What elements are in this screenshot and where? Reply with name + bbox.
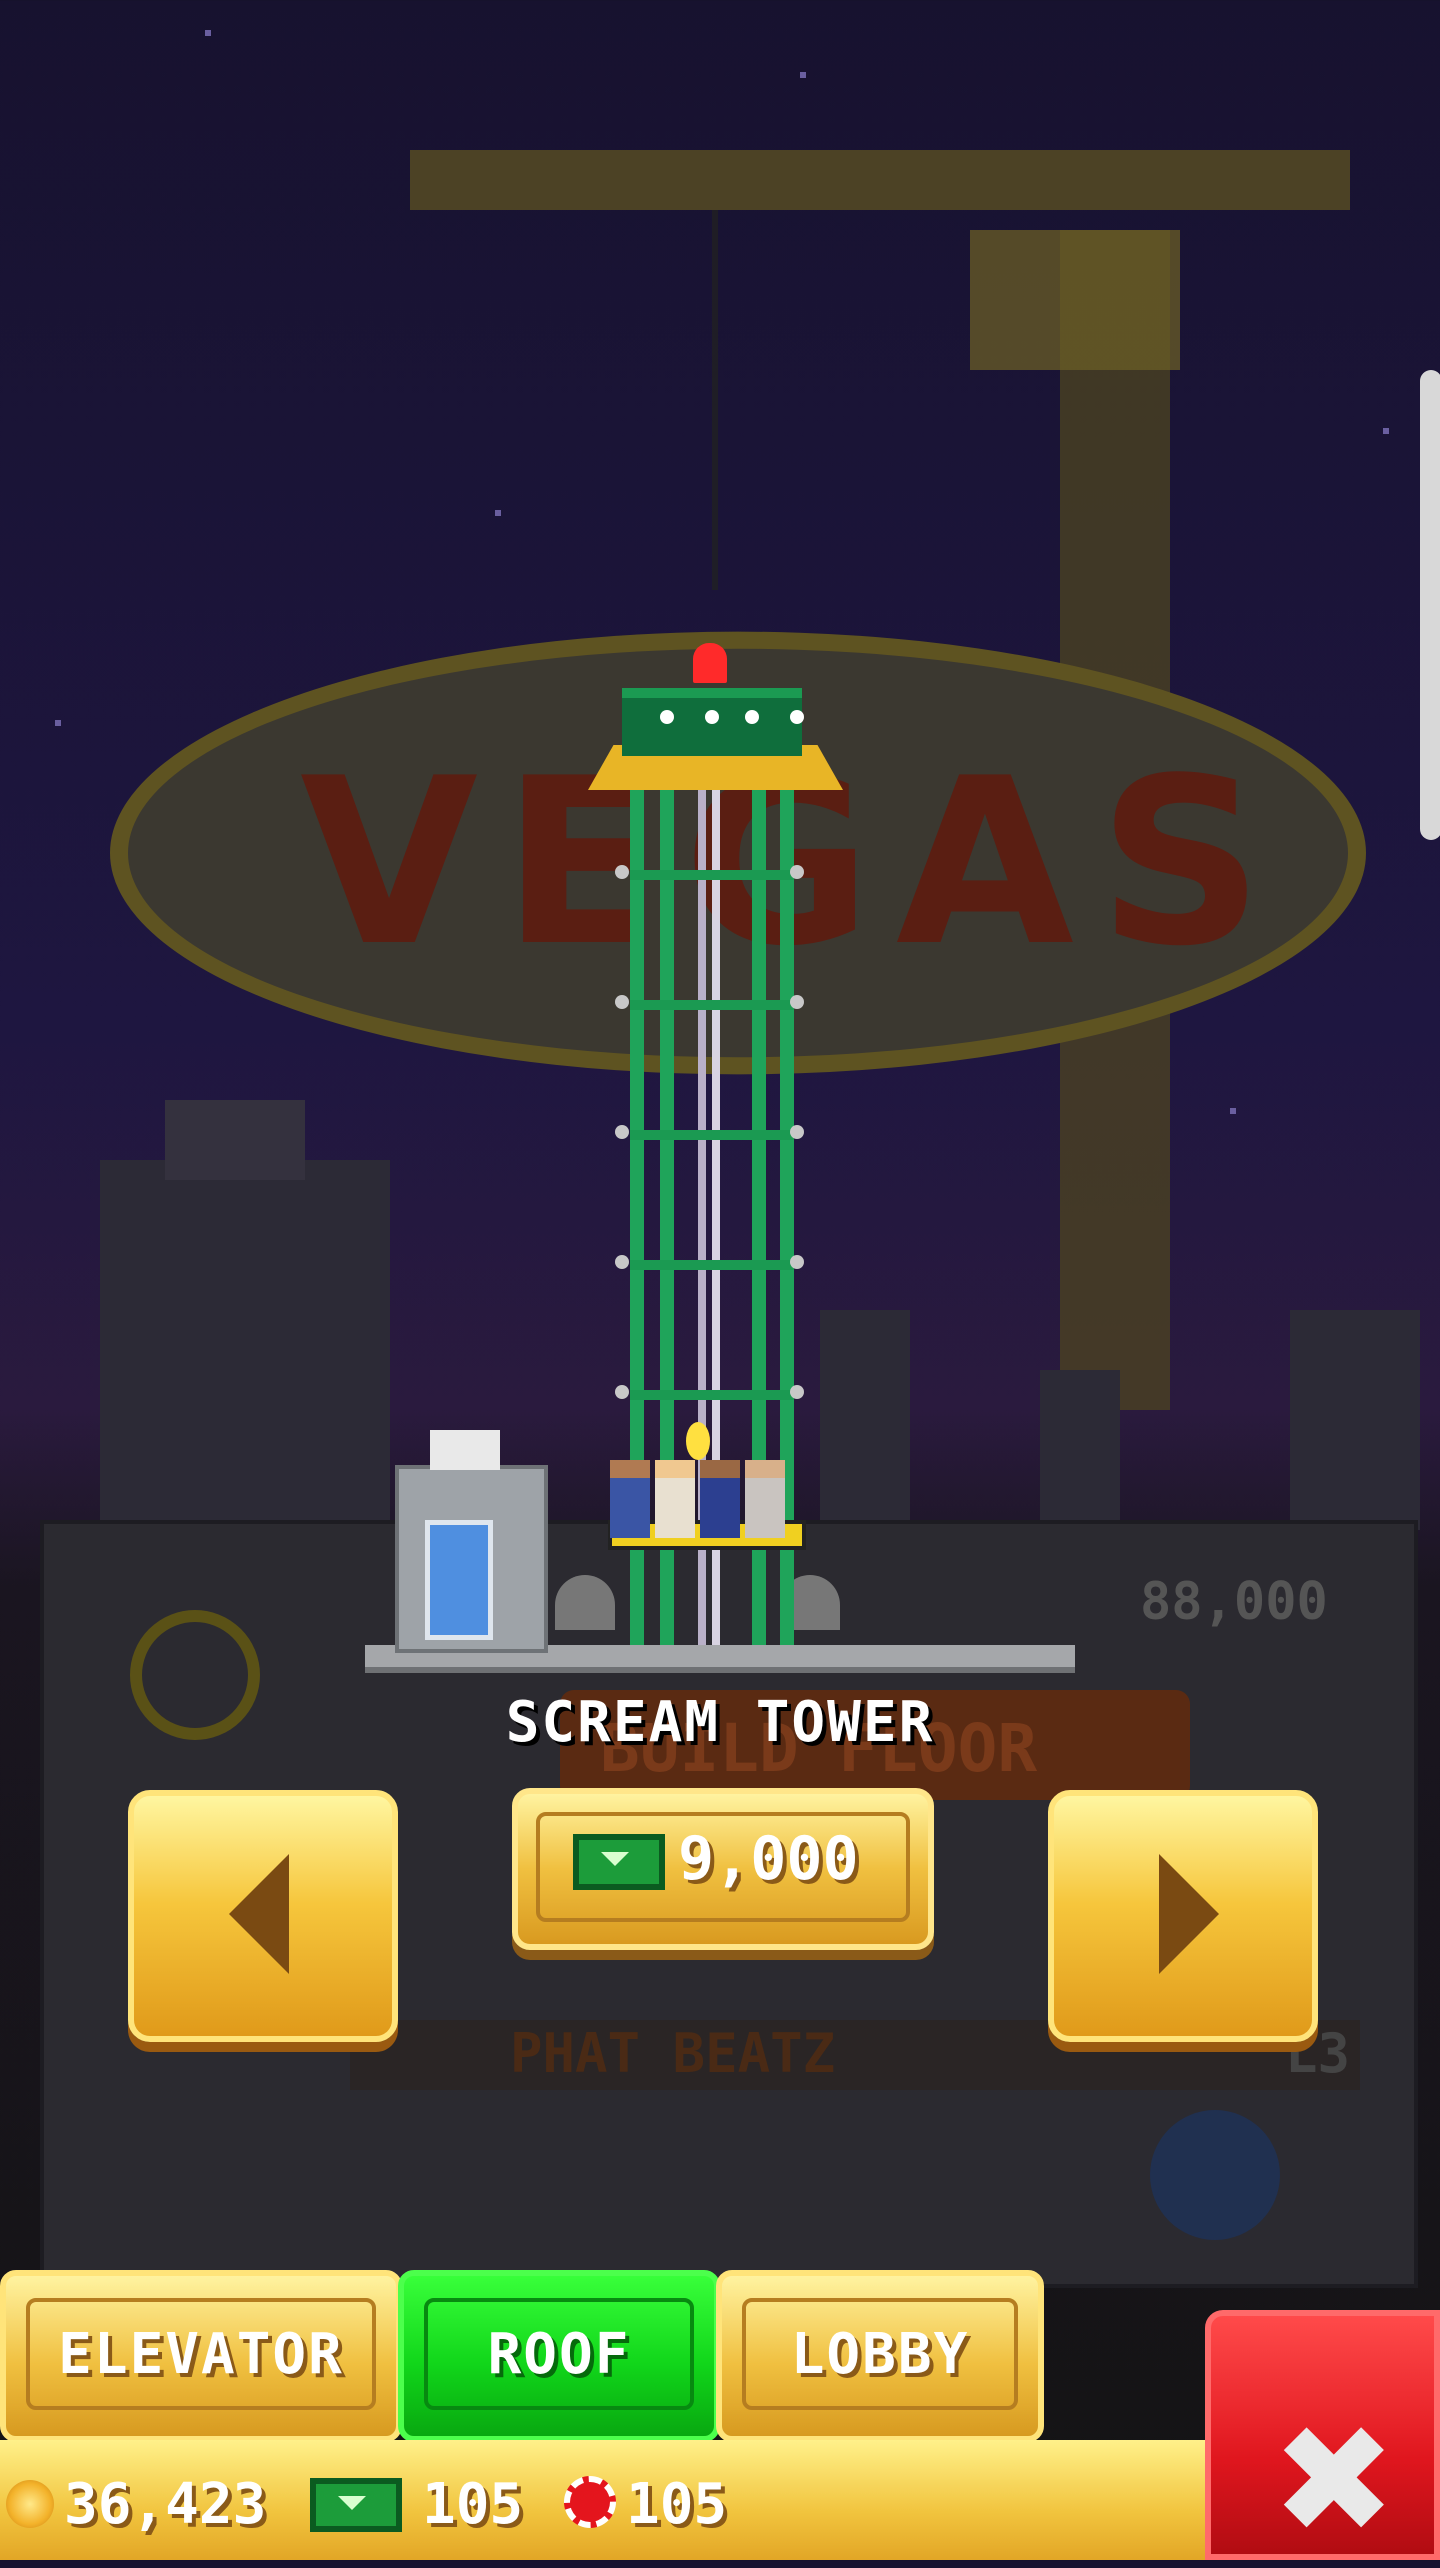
rivet xyxy=(615,865,629,879)
light-bulb xyxy=(660,710,674,724)
cash-icon xyxy=(573,1834,665,1890)
disco-ball xyxy=(1150,2110,1280,2240)
light-bulb xyxy=(790,710,804,724)
bg-building xyxy=(820,1310,910,1530)
tab-lobby-label: LOBBY xyxy=(742,2298,1018,2410)
tab-elevator-label: ELEVATOR xyxy=(26,2298,376,2410)
star xyxy=(1230,1108,1236,1114)
rivet xyxy=(615,1125,629,1139)
star xyxy=(55,720,61,726)
rider xyxy=(610,1460,650,1538)
rivet xyxy=(790,865,804,879)
rider xyxy=(745,1460,785,1538)
next-item-button[interactable] xyxy=(1048,1790,1318,2042)
rivet xyxy=(615,995,629,1009)
bg-building xyxy=(1290,1310,1420,1530)
crane-cab xyxy=(970,230,1180,370)
star xyxy=(800,72,806,78)
bg-building xyxy=(165,1100,305,1180)
rivet xyxy=(790,995,804,1009)
buy-item-button[interactable]: 9,000 xyxy=(512,1788,934,1950)
close-icon: ✖ xyxy=(1271,2394,1397,2568)
floor-name: PHAT BEATZ xyxy=(510,2022,836,2085)
coins-count: 36,423 xyxy=(64,2472,267,2537)
tab-roof[interactable]: ROOF xyxy=(398,2270,720,2442)
rivet xyxy=(790,1385,804,1399)
item-title: SCREAM TOWER xyxy=(505,1690,935,1755)
light-bulb xyxy=(705,710,719,724)
tab-lobby[interactable]: LOBBY xyxy=(716,2270,1044,2442)
arrow-left-icon xyxy=(229,1854,289,1974)
tower-brace xyxy=(630,870,794,880)
star xyxy=(205,30,211,36)
arrow-right-icon xyxy=(1159,1854,1219,1974)
edge-panel-handle[interactable] xyxy=(1420,370,1440,840)
tower-brace xyxy=(630,1260,794,1270)
rivet xyxy=(615,1255,629,1269)
tower-brace xyxy=(630,1000,794,1010)
star xyxy=(1383,428,1389,434)
light-bulb xyxy=(745,710,759,724)
ride-light-icon xyxy=(686,1422,710,1460)
tab-elevator[interactable]: ELEVATOR xyxy=(0,2270,402,2442)
bg-building xyxy=(1040,1370,1120,1530)
tab-roof-label: ROOF xyxy=(424,2298,694,2410)
tower-brace xyxy=(630,1390,794,1400)
rivet xyxy=(790,1255,804,1269)
chips-count: 105 xyxy=(626,2472,728,2537)
rivet xyxy=(790,1125,804,1139)
prev-item-button[interactable] xyxy=(128,1790,398,2042)
rider xyxy=(655,1460,695,1538)
spotlight xyxy=(555,1575,615,1630)
star xyxy=(495,510,501,516)
crane-cable xyxy=(712,210,718,590)
beacon-light-icon xyxy=(693,643,727,683)
item-price: 9,000 xyxy=(678,1824,859,1894)
rivet xyxy=(615,1385,629,1399)
floor-price-label: 88,000 xyxy=(1140,1572,1328,1632)
booth-door[interactable] xyxy=(425,1520,493,1640)
chip-icon xyxy=(564,2476,616,2528)
tower-brace xyxy=(630,1130,794,1140)
crane-jib xyxy=(410,150,1350,210)
bg-building xyxy=(100,1160,390,1520)
bux-icon xyxy=(310,2478,402,2532)
rider xyxy=(700,1460,740,1538)
bux-count: 105 xyxy=(422,2472,524,2537)
booth-vent xyxy=(430,1430,500,1470)
close-button[interactable]: ✖ xyxy=(1205,2310,1440,2560)
coin-icon xyxy=(6,2480,54,2528)
